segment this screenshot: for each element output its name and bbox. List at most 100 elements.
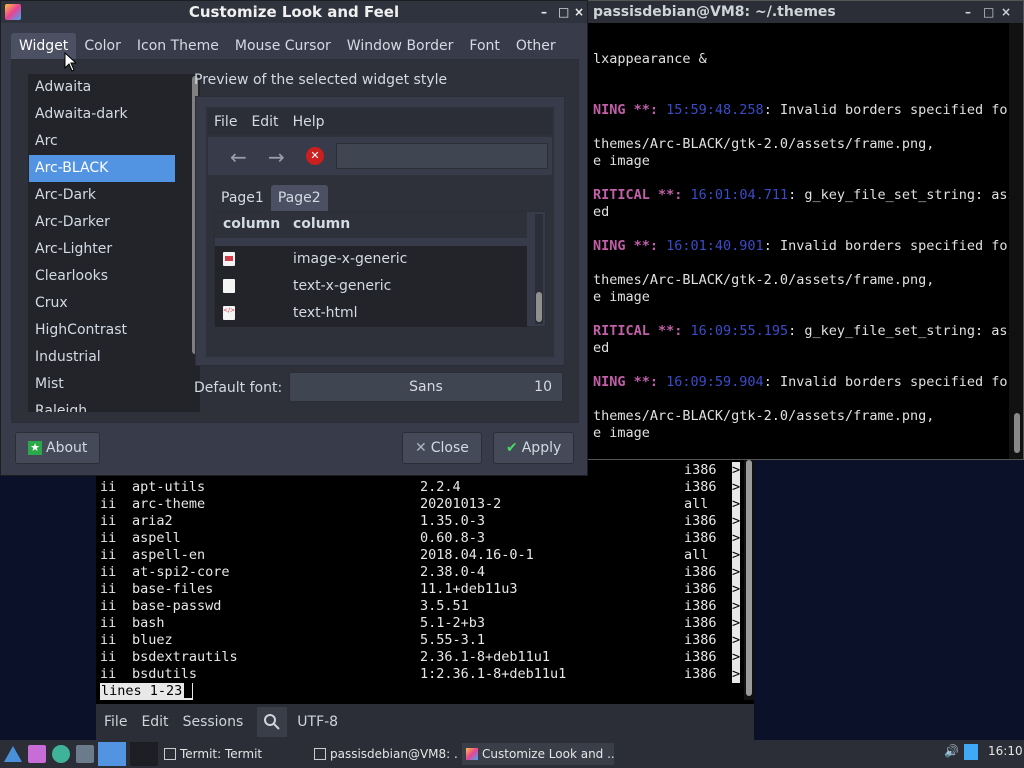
scrollbar-thumb[interactable] <box>536 292 542 322</box>
terminal-line: NING **: 16:01:40.901: Invalid borders s… <box>593 238 1009 254</box>
menu-sessions[interactable]: Sessions <box>183 714 244 730</box>
theme-list-item[interactable]: Arc-Darker <box>29 209 175 236</box>
widget-tab-panel: Adwaita Adwaita-dark Arc Arc-BLACK Arc-Dark A… <box>11 59 579 423</box>
theme-list-item[interactable]: Adwaita <box>29 74 175 101</box>
theme-list-item[interactable]: Arc-Dark <box>29 182 175 209</box>
back-arrow-icon[interactable]: ← <box>230 145 247 169</box>
text-file-icon <box>223 279 235 293</box>
about-button[interactable]: ★ About <box>15 432 101 464</box>
theme-list-item[interactable]: Clearlooks <box>29 263 175 290</box>
show-desktop-icon[interactable] <box>76 745 94 763</box>
close-button[interactable]: ✕ Close <box>402 432 482 464</box>
preview-tab-page2[interactable]: Page2 <box>270 185 328 211</box>
task-customize-look[interactable]: Customize Look and ... <box>462 743 614 765</box>
clock[interactable]: 16:10 <box>988 744 1023 758</box>
preview-entry[interactable] <box>336 143 548 169</box>
volume-icon[interactable]: 🔊 <box>944 744 959 758</box>
default-font-button[interactable]: Sans 10 <box>289 372 563 402</box>
terminal-window-themes[interactable]: passisdebian@VM8: ~/.themes – □ × lxappe… <box>586 0 1024 460</box>
close-icon: ✕ <box>415 440 427 456</box>
dialog-title: Customize Look and Feel <box>188 3 400 21</box>
termit-window[interactable]: i386 > ii apt-utils 2.2.4 i386 > ii arc-theme 202… <box>96 460 754 740</box>
theme-list-item[interactable]: Raleigh <box>29 398 175 412</box>
tab-mouse-cursor[interactable]: Mouse Cursor <box>227 33 339 59</box>
preview-tab-page1[interactable]: Page1 <box>214 185 271 211</box>
preview-menu-edit[interactable]: Edit <box>251 114 278 130</box>
maximize-button[interactable]: □ <box>983 1 994 23</box>
theme-list-item[interactable]: Arc-Lighter <box>29 236 175 263</box>
preview-menu-help[interactable]: Help <box>293 114 325 130</box>
menu-file[interactable]: File <box>104 714 127 730</box>
column-header[interactable]: column <box>223 216 280 232</box>
theme-list-item[interactable]: Arc-BLACK <box>29 155 175 182</box>
terminal-icon <box>164 748 176 760</box>
search-icon <box>264 714 280 730</box>
search-button[interactable] <box>257 707 288 737</box>
theme-list-item[interactable]: HighContrast <box>29 317 175 344</box>
tree-row[interactable]: image-x-generic <box>215 246 527 273</box>
column-header[interactable]: column <box>293 216 350 232</box>
encoding-menu[interactable]: UTF-8 <box>297 714 338 730</box>
close-window-button[interactable]: × <box>574 1 584 23</box>
terminal-line: ed <box>593 340 610 356</box>
maximize-button[interactable]: □ <box>558 1 569 23</box>
minimize-button[interactable]: – <box>541 1 547 23</box>
terminal-titlebar[interactable]: passisdebian@VM8: ~/.themes – □ × <box>587 1 1023 23</box>
tab-other[interactable]: Other <box>508 33 564 59</box>
task-terminal-themes[interactable]: passisdebian@VM8: ... <box>310 743 458 765</box>
theme-list-item[interactable]: Arc <box>29 128 175 155</box>
stop-icon[interactable]: ✕ <box>306 147 324 165</box>
menu-edit[interactable]: Edit <box>141 714 168 730</box>
tab-color[interactable]: Color <box>76 33 129 59</box>
scrollbar-thumb[interactable] <box>746 460 752 696</box>
tab-window-border[interactable]: Window Border <box>339 33 462 59</box>
font-name: Sans <box>409 379 443 395</box>
network-icon[interactable] <box>964 744 978 760</box>
terminal-line: lxappearance & <box>593 51 707 67</box>
theme-list-item[interactable]: Adwaita-dark <box>29 101 175 128</box>
terminal-line: themes/Arc-BLACK/gtk-2.0/assets/frame.pn… <box>593 408 935 424</box>
minimize-button[interactable]: – <box>965 1 971 23</box>
tab-icon-theme[interactable]: Icon Theme <box>129 33 227 59</box>
preview-label: Preview of the selected widget style <box>194 72 448 88</box>
file-manager-icon[interactable] <box>28 745 46 763</box>
text-cursor <box>184 683 193 698</box>
preview-treeview[interactable]: column column image-x-generic text-x-gen… <box>214 211 546 327</box>
preview-tabs: Page1 Page2 <box>214 185 328 211</box>
terminal-line: e image <box>593 153 650 169</box>
tree-row[interactable]: text-x-generic <box>215 273 527 300</box>
tab-font[interactable]: Font <box>461 33 507 59</box>
termit-menubar: File Edit Sessions UTF-8 <box>96 704 754 740</box>
scrollbar-thumb[interactable] <box>1014 413 1020 453</box>
preview-toolbar: ← → ✕ <box>208 137 552 175</box>
forward-arrow-icon[interactable]: → <box>268 145 285 169</box>
terminal-output[interactable]: lxappearance & NING **: 15:59:48.258: Inv… <box>587 23 1009 459</box>
theme-list-item[interactable]: Crux <box>29 290 175 317</box>
theme-list-item[interactable]: Mist <box>29 371 175 398</box>
package-list-output[interactable]: i386 > ii apt-utils 2.2.4 i386 > ii arc-theme 202… <box>96 460 744 700</box>
theme-list-item[interactable]: Industrial <box>29 344 175 371</box>
customize-look-and-feel-dialog[interactable]: Customize Look and Feel – □ × Widget Colo… <box>0 0 588 476</box>
task-termit[interactable]: Termit: Termit <box>160 743 308 765</box>
dialog-titlebar[interactable]: Customize Look and Feel – □ × <box>1 1 587 23</box>
tree-row[interactable]: text-html <box>215 300 527 327</box>
widget-theme-list[interactable]: Adwaita Adwaita-dark Arc Arc-BLACK Arc-Dark A… <box>28 74 200 412</box>
preview-menu-file[interactable]: File <box>214 114 237 130</box>
terminal-line: e image <box>593 425 650 441</box>
terminal-icon <box>314 748 326 760</box>
terminal-line: RITICAL **: 16:01:04.711: g_key_file_set… <box>593 187 1009 203</box>
terminal-line: NING **: 15:59:48.258: Invalid borders s… <box>593 102 1009 118</box>
font-size: 10 <box>534 379 552 395</box>
terminal-line: themes/Arc-BLACK/gtk-2.0/assets/frame.pn… <box>593 136 935 152</box>
start-menu-icon[interactable] <box>2 744 24 764</box>
treeview-scrollbar[interactable] <box>535 214 543 324</box>
workspace-1[interactable] <box>98 742 126 766</box>
browser-icon[interactable] <box>52 745 70 763</box>
workspace-2[interactable] <box>130 742 158 766</box>
apply-button[interactable]: ✔ Apply <box>493 432 575 464</box>
mouse-pointer-icon <box>64 52 76 72</box>
terminal-scrollbar[interactable] <box>744 460 754 700</box>
about-icon: ★ <box>28 441 42 455</box>
terminal-scrollbar[interactable] <box>1009 23 1023 459</box>
close-button[interactable]: × <box>1001 1 1011 23</box>
